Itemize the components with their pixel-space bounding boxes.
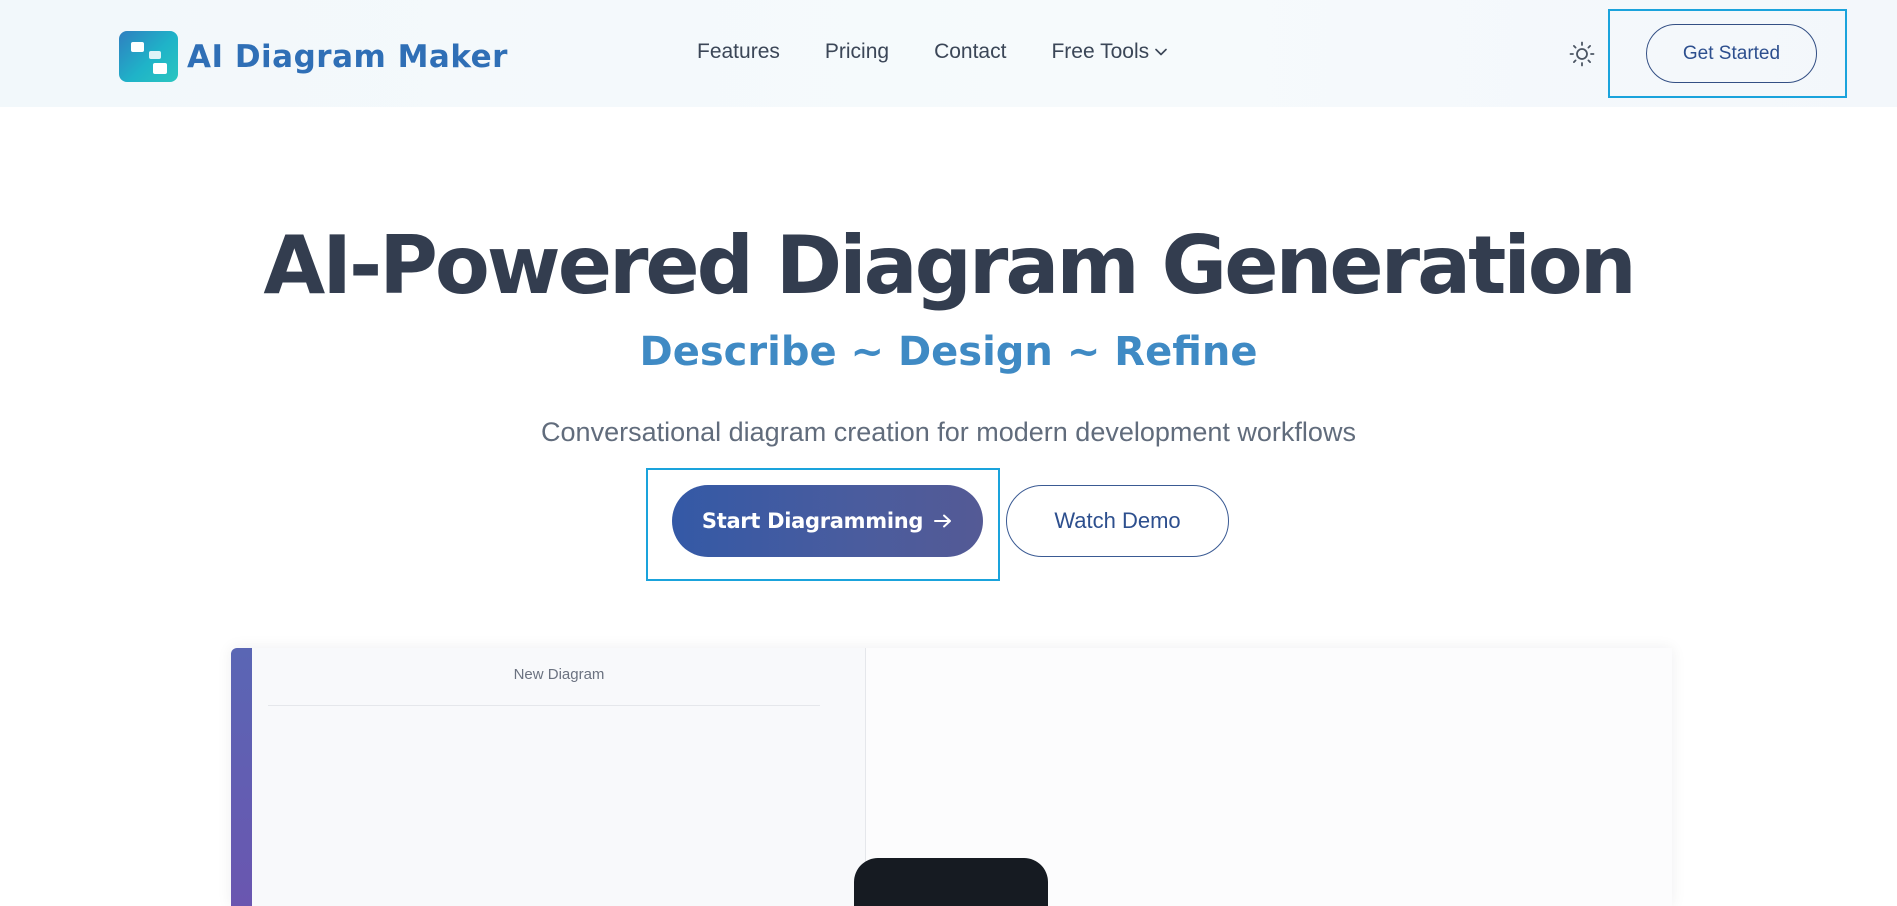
hero-title: AI-Powered Diagram Generation [263, 219, 1636, 312]
hero-description: Conversational diagram creation for mode… [541, 417, 1356, 447]
sun-icon[interactable] [1568, 40, 1596, 68]
panel-divider [268, 705, 820, 706]
nav-item-free-tools-label: Free Tools [1051, 40, 1150, 63]
start-diagramming-label: Start Diagramming [701, 509, 924, 533]
get-started-button[interactable]: Get Started [1646, 24, 1817, 83]
hero-subtitle: Describe ~ Design ~ Refine [639, 329, 1258, 375]
watch-demo-button[interactable]: Watch Demo [1006, 485, 1229, 557]
nav-item-features[interactable]: Features [697, 40, 780, 64]
diagram-logo-icon [119, 31, 178, 82]
start-diagramming-button[interactable]: Start Diagramming [672, 485, 983, 557]
brand-name: AI Diagram Maker [187, 38, 508, 75]
brand-logo[interactable]: AI Diagram Maker [119, 31, 508, 82]
main-nav: Features Pricing Contact Free Tools [697, 40, 1167, 64]
site-header: AI Diagram Maker Features Pricing Contac… [0, 0, 1897, 107]
nav-item-free-tools[interactable]: Free Tools [1051, 40, 1167, 64]
arrow-right-icon [934, 514, 952, 528]
panel-title: New Diagram [513, 666, 605, 683]
preview-sidebar-strip [231, 648, 252, 906]
chevron-down-icon [1155, 48, 1167, 56]
preview-chat-panel: New Diagram [252, 648, 866, 906]
preview-toolbar [854, 858, 1048, 906]
nav-item-contact[interactable]: Contact [934, 40, 1006, 64]
nav-item-pricing[interactable]: Pricing [825, 40, 889, 64]
